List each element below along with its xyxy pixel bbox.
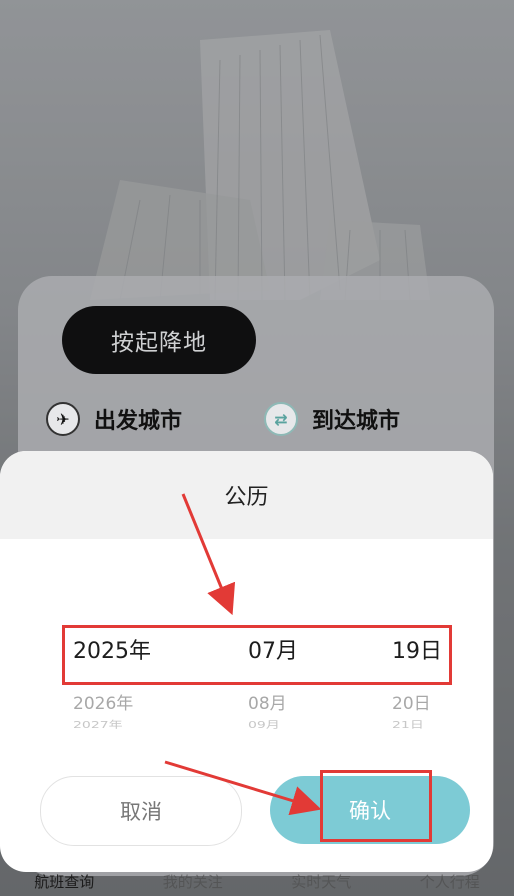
arrow-to-date bbox=[181, 493, 236, 616]
arrow-to-confirm bbox=[164, 760, 322, 816]
annotation-arrows bbox=[164, 493, 322, 816]
